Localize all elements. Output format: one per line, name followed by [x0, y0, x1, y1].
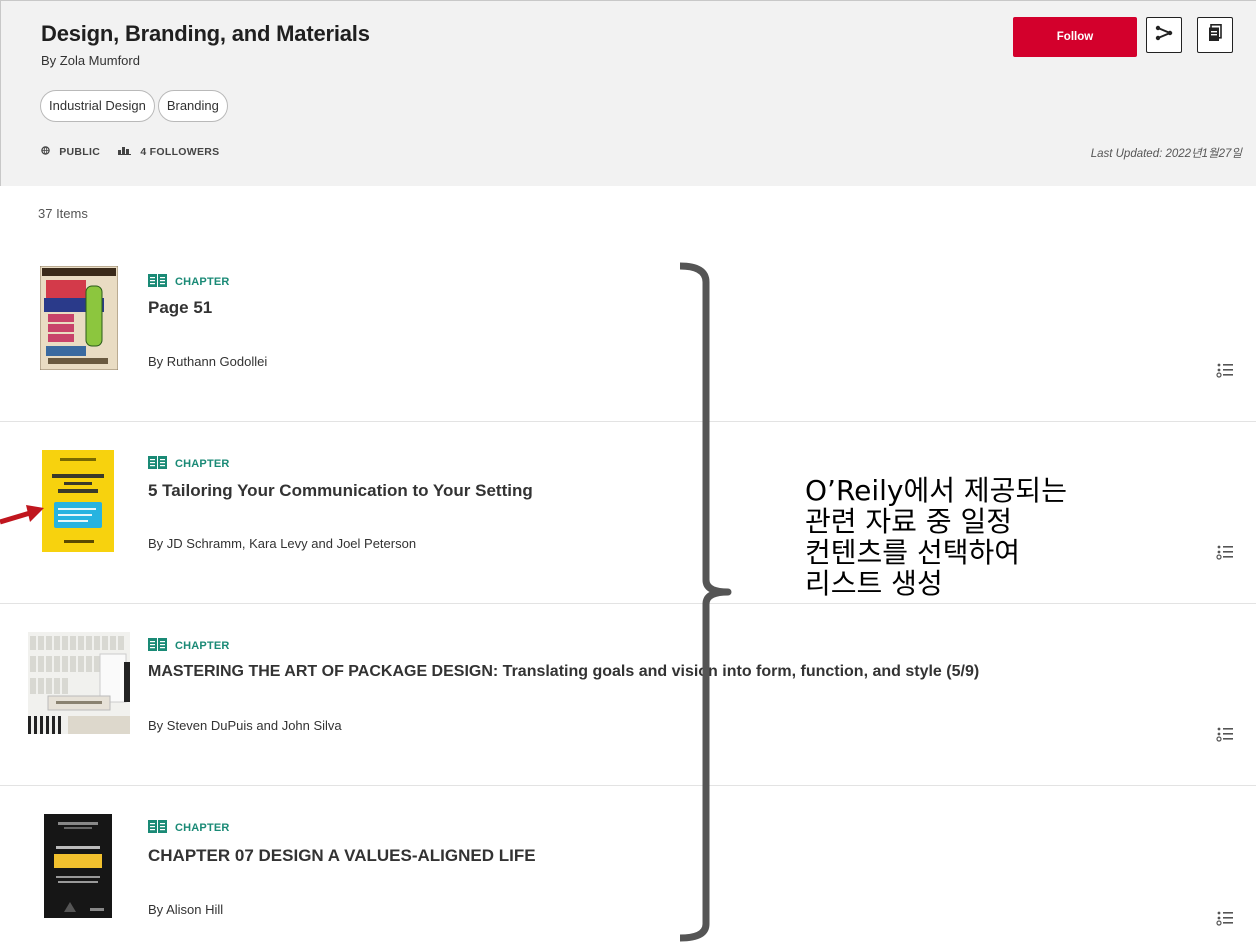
last-updated: Last Updated: 2022년1월27일 — [1090, 148, 1242, 160]
item-title[interactable]: CHAPTER 07 DESIGN A VALUES-ALIGNED LIFE — [148, 846, 536, 866]
collection-header: Design, Branding, and Materials By Zola … — [0, 0, 1256, 186]
content-type: CHAPTER — [148, 820, 230, 836]
tag-branding[interactable]: Branding — [157, 90, 228, 122]
annotation-text: O’Reily에서 제공되는 관련 자료 중 일정 컨텐츠를 선택하여 리스트 … — [805, 474, 1067, 600]
collection-author[interactable]: By Zola Mumford — [41, 53, 140, 68]
followers-label: 4 FOLLOWERS — [140, 146, 220, 158]
list-item[interactable]: CHAPTER MASTERING THE ART OF PACKAGE DES… — [0, 604, 1256, 786]
list-item[interactable]: CHAPTER 5 Tailoring Your Communication t… — [0, 422, 1256, 604]
list-item[interactable]: CHAPTER CHAPTER 07 DESIGN A VALUES-ALIGN… — [0, 786, 1256, 946]
item-author[interactable]: By JD Schramm, Kara Levy and Joel Peters… — [148, 536, 416, 551]
tag-list: Industrial Design Branding — [40, 90, 228, 122]
item-title[interactable]: Page 51 — [148, 298, 212, 318]
items-count: 37 Items — [38, 206, 88, 221]
content-type-label: CHAPTER — [175, 822, 230, 834]
list-item[interactable]: CHAPTER Page 51 By Ruthann Godollei — [0, 240, 1256, 422]
add-to-list-icon[interactable] — [1216, 910, 1233, 931]
item-author[interactable]: By Alison Hill — [148, 902, 223, 917]
item-author[interactable]: By Ruthann Godollei — [148, 354, 267, 369]
share-icon — [1154, 25, 1174, 46]
chapter-icon — [148, 456, 167, 472]
globe-icon — [41, 146, 53, 158]
visibility-label: PUBLIC — [59, 146, 101, 158]
stand-out-cover[interactable] — [44, 814, 112, 923]
tag-industrial-design[interactable]: Industrial Design — [40, 90, 155, 122]
followers-icon — [118, 146, 134, 158]
content-type: CHAPTER — [148, 274, 230, 290]
share-button[interactable] — [1146, 17, 1182, 53]
copy-icon — [1208, 23, 1222, 47]
chapter-icon — [148, 820, 167, 836]
collection-meta: PUBLIC 4 FOLLOWERS — [41, 146, 219, 158]
copy-button[interactable] — [1197, 17, 1233, 53]
chapter-icon — [148, 638, 167, 654]
content-type-label: CHAPTER — [175, 458, 230, 470]
content-type: CHAPTER — [148, 638, 230, 654]
followers-indicator[interactable]: 4 FOLLOWERS — [118, 146, 219, 158]
follow-button[interactable]: Follow — [1013, 17, 1137, 57]
package-design-workbook-cover[interactable] — [28, 632, 130, 739]
content-type-label: CHAPTER — [175, 276, 230, 288]
chapter-icon — [148, 274, 167, 290]
gig-posters-cover[interactable] — [39, 265, 119, 375]
content-type-label: CHAPTER — [175, 640, 230, 652]
add-to-list-icon[interactable] — [1216, 362, 1233, 383]
visibility-indicator: PUBLIC — [41, 146, 100, 158]
item-title[interactable]: MASTERING THE ART OF PACKAGE DESIGN: Tra… — [148, 663, 979, 681]
communicate-with-mastery-cover[interactable] — [42, 450, 114, 557]
item-author[interactable]: By Steven DuPuis and John Silva — [148, 718, 342, 733]
add-to-list-icon[interactable] — [1216, 726, 1233, 747]
item-title[interactable]: 5 Tailoring Your Communication to Your S… — [148, 481, 533, 501]
add-to-list-icon[interactable] — [1216, 544, 1233, 565]
collection-title: Design, Branding, and Materials — [41, 21, 370, 46]
content-type: CHAPTER — [148, 456, 230, 472]
